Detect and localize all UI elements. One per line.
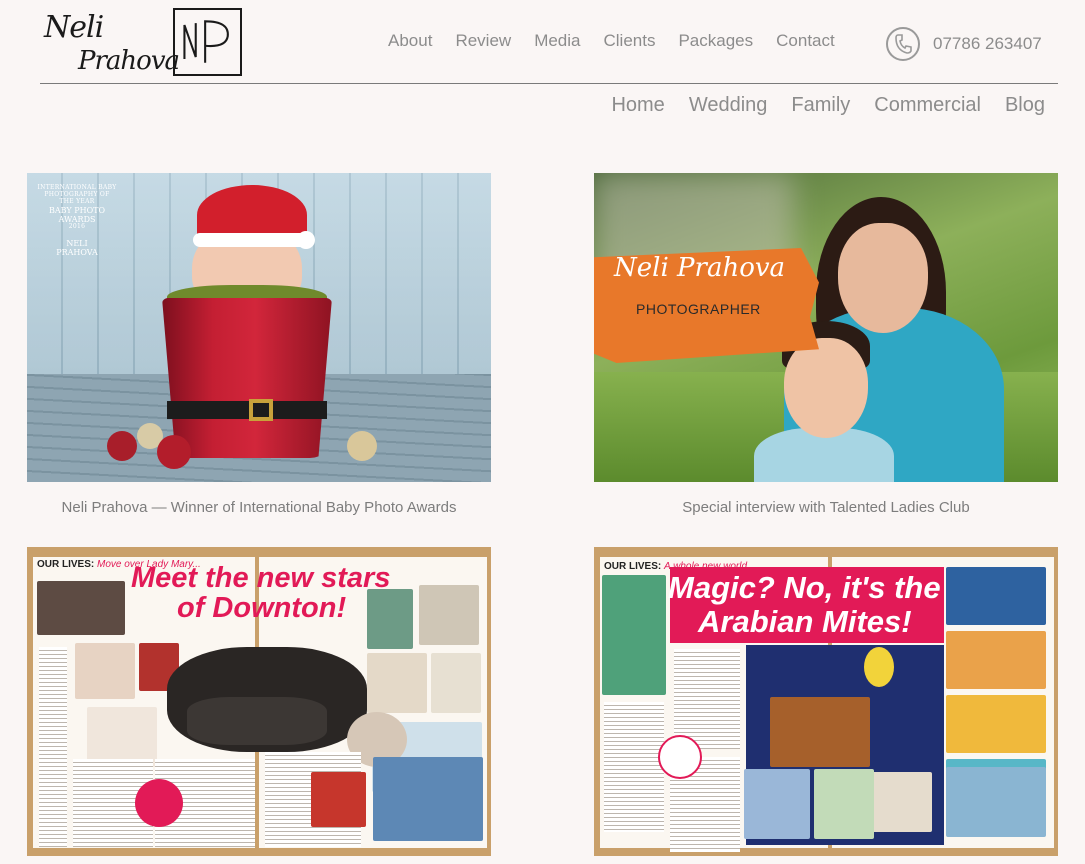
nav-about[interactable]: About (388, 31, 432, 51)
award-title-1: BABY PHOTO (48, 205, 106, 215)
red-basket (162, 298, 332, 458)
subnav-commercial[interactable]: Commercial (874, 94, 981, 117)
boy-figure (784, 338, 868, 438)
caption-interview[interactable]: Special interview with Talented Ladies C… (594, 499, 1058, 516)
subnav-home[interactable]: Home (611, 94, 664, 117)
phone-icon (886, 27, 920, 61)
interview-photo[interactable]: Neli Prahova PHOTOGRAPHER (594, 173, 1058, 482)
top-navigation: About Review Media Clients Packages Cont… (388, 31, 858, 51)
gallery-card-arabian[interactable]: OUR LIVES: A whole new world Magic? No, … (594, 547, 1058, 856)
baby-award-photo[interactable]: INTERNATIONAL BABY PHOTOGRAPHY OF THE YE… (27, 173, 491, 482)
award-line-2: PHOTOGRAPHY OF THE YEAR (44, 190, 110, 205)
logo-script[interactable]: Neli Prahova (42, 6, 180, 80)
gallery-card-downton[interactable]: OUR LIVES: Move over Lady Mary... Meet t… (27, 547, 491, 856)
award-name-1: NELI (66, 238, 88, 248)
strap-label: OUR LIVES: (37, 559, 95, 570)
award-badge: INTERNATIONAL BABY PHOTOGRAPHY OF THE YE… (37, 184, 117, 258)
award-year: 2016 (68, 223, 86, 231)
sub-navigation: Home Wedding Family Commercial Blog (587, 94, 1045, 117)
subnav-family[interactable]: Family (791, 94, 850, 117)
phone-number[interactable]: 07786 263407 (933, 34, 1042, 54)
nav-review[interactable]: Review (455, 31, 511, 51)
logo-line-1: Neli (44, 10, 104, 45)
headline-line-2: Arabian Mites! (698, 604, 912, 639)
award-name-2: PRAHOVA (56, 248, 98, 258)
downton-magazine-photo[interactable]: OUR LIVES: Move over Lady Mary... Meet t… (27, 547, 491, 856)
logo-monogram[interactable] (173, 8, 242, 76)
nav-packages[interactable]: Packages (678, 31, 753, 51)
headline-line-1: Magic? No, it's the (668, 570, 941, 605)
phone-contact[interactable]: 07786 263407 (886, 27, 1042, 61)
brush-subtitle: PHOTOGRAPHER (636, 301, 761, 317)
caption-award[interactable]: Neli Prahova — Winner of International B… (27, 499, 491, 516)
logo-line-2: Prahova (78, 46, 180, 76)
nav-media[interactable]: Media (534, 31, 580, 51)
monogram-icon (183, 20, 229, 63)
gallery-card-award[interactable]: INTERNATIONAL BABY PHOTOGRAPHY OF THE YE… (27, 173, 491, 516)
subnav-blog[interactable]: Blog (1005, 94, 1045, 117)
nav-contact[interactable]: Contact (776, 31, 835, 51)
arabian-magazine-photo[interactable]: OUR LIVES: A whole new world Magic? No, … (594, 547, 1058, 856)
subnav-wedding[interactable]: Wedding (689, 94, 768, 117)
nav-clients[interactable]: Clients (604, 31, 656, 51)
gallery-card-interview[interactable]: Neli Prahova PHOTOGRAPHER Special interv… (594, 173, 1058, 516)
strap-label: OUR LIVES: (604, 561, 662, 572)
header-divider (40, 83, 1058, 84)
headline-line-2: of Downton! (177, 592, 347, 624)
brush-title: Neli Prahova (614, 253, 786, 283)
headline-line-1: Meet the new stars (131, 562, 391, 594)
